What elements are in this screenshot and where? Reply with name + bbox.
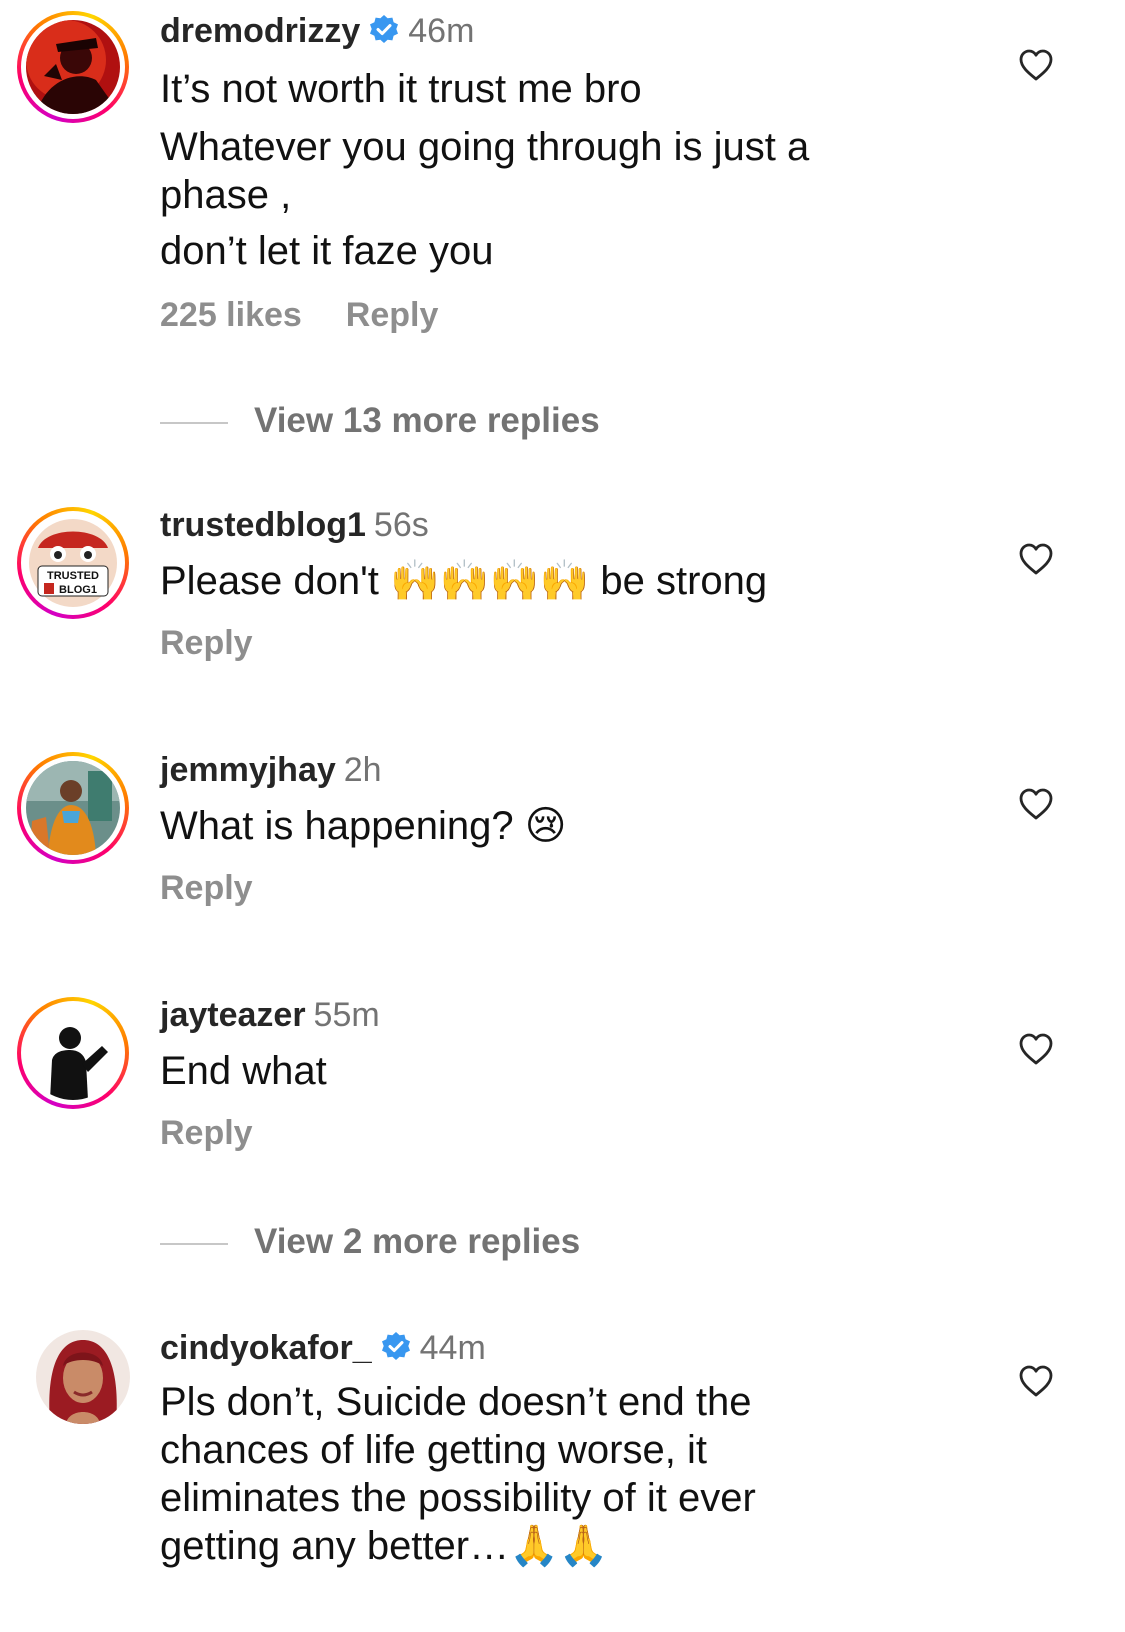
username[interactable]: jemmyjhay	[160, 751, 336, 789]
heart-outline-icon[interactable]	[1018, 787, 1054, 821]
comment-text-line: getting any better…🙏🙏	[160, 1522, 980, 1570]
comment-meta: Reply	[160, 1113, 980, 1153]
view-more-replies[interactable]: View 13 more replies	[160, 401, 600, 441]
comment-text-line: Whatever you going through is just a	[160, 125, 810, 169]
likes-count[interactable]: 225 likes	[160, 296, 302, 334]
timestamp: 46m	[408, 12, 475, 50]
reply-button[interactable]: Reply	[160, 624, 253, 662]
comment-text-line: phase ,	[160, 173, 292, 217]
comment-text-line: It’s not worth it trust me bro	[160, 67, 642, 111]
avatar-story-ring[interactable]	[17, 997, 129, 1109]
comment-text-line: Pls don’t, Suicide doesn’t end the	[160, 1380, 752, 1424]
raised-hands-emojis: 🙌🙌🙌🙌	[390, 558, 590, 604]
comment-text: End what	[160, 1049, 327, 1093]
view-more-replies-label[interactable]: View 13 more replies	[254, 401, 600, 440]
crying-face-emoji: 😢	[524, 803, 567, 849]
timestamp: 55m	[313, 996, 380, 1034]
avatar: TRUSTED BLOG1	[26, 516, 120, 610]
heart-outline-icon[interactable]	[1018, 542, 1054, 576]
timestamp: 2h	[343, 751, 382, 789]
comment-text: What is happening? 😢	[160, 802, 980, 850]
comment-text-line: chances of life getting worse, it	[160, 1428, 707, 1472]
view-more-replies-label[interactable]: View 2 more replies	[254, 1222, 580, 1261]
comment-meta: 225 likes Reply	[160, 295, 980, 335]
reply-button[interactable]: Reply	[160, 1114, 253, 1152]
comment-text-after: be strong	[600, 559, 768, 603]
comment-header: trustedblog1 56s	[160, 505, 980, 545]
comment-text: Please don't 🙌🙌🙌🙌 be strong	[160, 557, 980, 605]
comment-text-before: Please don't	[160, 559, 379, 603]
avatar	[26, 20, 120, 114]
divider	[160, 421, 228, 424]
username[interactable]: cindyokafor_	[160, 1329, 372, 1367]
avatar[interactable]	[36, 1330, 130, 1424]
heart-outline-icon[interactable]	[1018, 1364, 1054, 1398]
heart-outline-icon[interactable]	[1018, 48, 1054, 82]
username[interactable]: jayteazer	[160, 996, 306, 1034]
avatar-logo-text: BLOG1	[59, 584, 97, 596]
view-more-replies[interactable]: View 2 more replies	[160, 1222, 580, 1262]
comment-meta: Reply	[160, 623, 980, 663]
folded-hands-emojis: 🙏🙏	[509, 1523, 609, 1569]
timestamp: 56s	[373, 506, 429, 544]
timestamp: 44m	[419, 1329, 486, 1367]
comment-header: jayteazer 55m	[160, 995, 980, 1035]
comment-text-line: eliminates the possibility of it ever	[160, 1476, 756, 1520]
username[interactable]: trustedblog1	[160, 506, 366, 544]
comment-text-main: What is happening?	[160, 804, 514, 848]
divider	[160, 1242, 228, 1245]
username[interactable]: dremodrizzy	[160, 12, 360, 50]
avatar-logo-text: TRUSTED	[47, 570, 99, 582]
comment-text-line: don’t let it faze you	[160, 229, 494, 273]
avatar-story-ring[interactable]	[17, 752, 129, 864]
avatar	[26, 1006, 120, 1100]
reply-button[interactable]: Reply	[346, 296, 439, 334]
heart-outline-icon[interactable]	[1018, 1032, 1054, 1066]
verified-badge-icon	[380, 1331, 412, 1363]
comment-header: cindyokafor_ 44m	[160, 1328, 980, 1368]
verified-badge-icon	[368, 14, 400, 46]
avatar-story-ring[interactable]	[17, 11, 129, 123]
comment-text-last: getting any better…	[160, 1524, 510, 1568]
avatar	[26, 761, 120, 855]
comment-header: jemmyjhay 2h	[160, 750, 980, 790]
reply-button[interactable]: Reply	[160, 869, 253, 907]
comment-header: dremodrizzy 46m	[160, 11, 980, 51]
avatar-story-ring[interactable]: TRUSTED BLOG1	[17, 507, 129, 619]
comment-meta: Reply	[160, 868, 980, 908]
